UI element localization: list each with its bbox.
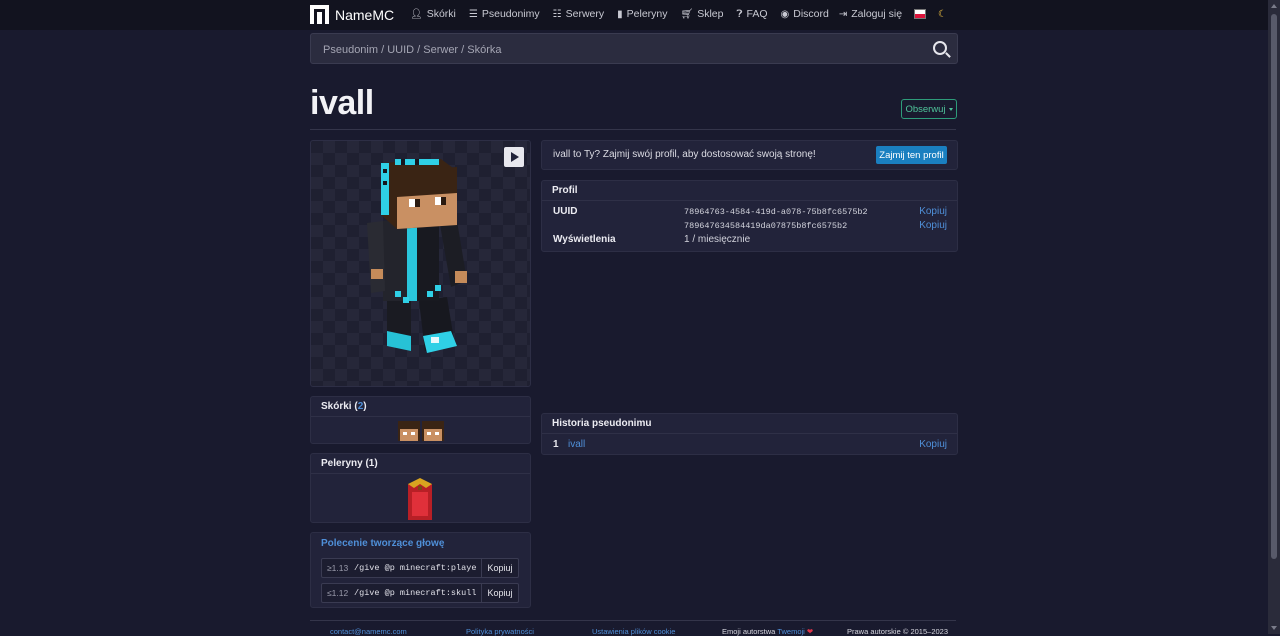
page-title: ivall — [310, 84, 374, 122]
command-row-2: ≤1.12 /give @p minecraft:skull 1 3 {Skul… — [321, 583, 519, 603]
views-row: Wyświetlenia — [553, 234, 616, 245]
scroll-down-icon[interactable] — [1271, 626, 1277, 630]
brand-name: NameMC — [335, 6, 395, 23]
nav-label: FAQ — [746, 8, 768, 20]
namemc-logo-icon — [310, 5, 329, 24]
head-command-card: Polecenie tworzące głowę ≥1.13 /give @p … — [310, 532, 531, 608]
name-history-heading: Historia pseudonimu — [542, 414, 957, 434]
head-command-heading[interactable]: Polecenie tworzące głowę — [321, 538, 444, 549]
footer-cookies-link[interactable]: Ustawienia plików cookie — [592, 627, 675, 636]
copy-name-button[interactable]: Kopiuj — [919, 439, 947, 450]
minecraft-skin-render — [367, 159, 467, 353]
capes-card: Peleryny (1) — [310, 453, 531, 523]
cape-icon: ▮ — [617, 8, 623, 20]
moon-icon[interactable]: ☾ — [938, 9, 947, 20]
footer-privacy-link[interactable]: Polityka prywatności — [466, 627, 534, 636]
emoji-prefix: Emoji autorstwa — [722, 627, 778, 636]
language-flag-icon[interactable] — [914, 9, 927, 19]
uuid-short-value: 789647634584419da07875b8fc6575b2 — [684, 221, 848, 231]
main-nav: 👤︎ Skórki ☰ Pseudonimy ☷ Serwery ▮ Peler… — [410, 8, 829, 20]
command-version: ≤1.12 — [327, 588, 349, 598]
login-label: Zaloguj się — [851, 8, 903, 20]
play-animation-button[interactable] — [504, 147, 524, 167]
heart-icon: ❤ — [806, 627, 814, 636]
capes-heading: Peleryny (1) — [311, 454, 530, 474]
footer-copyright: Prawa autorskie © 2015–2023 — [847, 627, 949, 636]
search-input[interactable] — [321, 34, 925, 65]
follow-button[interactable]: Obserwuj — [901, 99, 957, 119]
history-name-link[interactable]: ivall — [568, 439, 585, 450]
nav-label: Skórki — [426, 8, 456, 20]
nav-label: Peleryny — [626, 8, 668, 20]
claim-profile-banner: ivall to Ty? Zajmij swój profil, aby dos… — [541, 140, 958, 170]
title-divider — [310, 129, 956, 130]
claim-text: ivall to Ty? Zajmij swój profil, aby dos… — [553, 149, 816, 160]
cape-thumbnail[interactable] — [406, 478, 434, 520]
nav-faq[interactable]: ❓︎ FAQ — [736, 8, 767, 20]
nav-capes[interactable]: ▮ Peleryny — [617, 8, 667, 20]
skin-thumb-2 — [422, 421, 444, 441]
copy-uuid-short-button[interactable]: Kopiuj — [919, 220, 947, 231]
nav-label: Serwery — [565, 8, 605, 20]
nav-shop[interactable]: 🛒︎ Sklep — [681, 8, 724, 20]
search-icon[interactable] — [933, 41, 947, 55]
scroll-up-icon[interactable] — [1271, 4, 1277, 8]
copy-uuid-button[interactable]: Kopiuj — [919, 206, 947, 217]
footer-divider — [310, 620, 956, 621]
nav-names[interactable]: ☰ Pseudonimy — [469, 8, 540, 20]
question-icon: ❓︎ — [736, 8, 743, 20]
uuid-label: UUID — [553, 206, 578, 217]
copy-command-button[interactable]: Kopiuj — [481, 559, 518, 577]
history-index: 1 — [553, 439, 559, 450]
views-label: Wyświetlenia — [553, 234, 616, 245]
uuid-row: UUID — [553, 206, 577, 217]
claim-profile-button[interactable]: Zajmij ten profil — [876, 146, 947, 164]
skin-thumb-1 — [398, 421, 420, 441]
skins-heading: Skórki (2) — [311, 397, 530, 417]
nav-servers[interactable]: ☷ Serwery — [553, 8, 604, 20]
follow-label: Obserwuj — [905, 103, 946, 115]
nav-label: Sklep — [697, 8, 724, 20]
uuid-value: 78964763-4584-419d-a078-75b8fc6575b2 — [684, 207, 868, 217]
skins-close: ) — [363, 401, 367, 412]
skin-viewer[interactable] — [310, 140, 531, 387]
footer-contact-link[interactable]: contact@namemc.com — [330, 627, 407, 636]
cart-icon: 🛒︎ — [680, 8, 694, 20]
nav-right: ⇥ Zaloguj się ☾ — [839, 8, 947, 20]
login-link[interactable]: ⇥ Zaloguj się — [839, 8, 902, 20]
command-text[interactable]: /give @p minecraft:skull 1 3 {SkullOwner… — [354, 588, 476, 598]
command-version: ≥1.13 — [327, 563, 349, 573]
search-bar — [310, 33, 958, 65]
server-icon: ☷ — [552, 8, 562, 20]
footer-emoji-credit: Emoji autorstwa Twemoji ❤ — [722, 627, 813, 636]
skin-thumbnails[interactable] — [398, 421, 444, 441]
list-icon: ☰ — [468, 8, 478, 20]
discord-icon: ◉ — [780, 8, 790, 20]
nav-discord[interactable]: ◉ Discord — [781, 8, 829, 20]
name-history-card: Historia pseudonimu 1 ivall Kopiuj — [541, 413, 958, 455]
nav-skins[interactable]: 👤︎ Skórki — [410, 8, 456, 20]
twemoji-link[interactable]: Twemoji — [777, 627, 805, 636]
caret-down-icon — [948, 107, 953, 111]
profile-heading: Profil — [542, 181, 957, 201]
scrollbar-thumb[interactable] — [1271, 14, 1277, 559]
command-row-1: ≥1.13 /give @p minecraft:player_head{Sku… — [321, 558, 519, 578]
nav-label: Pseudonimy — [481, 8, 540, 20]
nav-label: Discord — [793, 8, 829, 20]
command-text[interactable]: /give @p minecraft:player_head{SkullOwne… — [354, 563, 476, 573]
copy-command-button[interactable]: Kopiuj — [481, 584, 518, 602]
page-scrollbar[interactable] — [1268, 0, 1280, 634]
brand-link[interactable]: NameMC — [310, 5, 394, 24]
login-icon: ⇥ — [838, 8, 848, 20]
profile-card: Profil UUID 78964763-4584-419d-a078-75b8… — [541, 180, 958, 252]
skins-label: Skórki ( — [321, 401, 358, 412]
user-icon: 👤︎ — [410, 8, 423, 20]
skins-card: Skórki (2) — [310, 396, 531, 444]
views-value: 1 / miesięcznie — [684, 234, 751, 245]
